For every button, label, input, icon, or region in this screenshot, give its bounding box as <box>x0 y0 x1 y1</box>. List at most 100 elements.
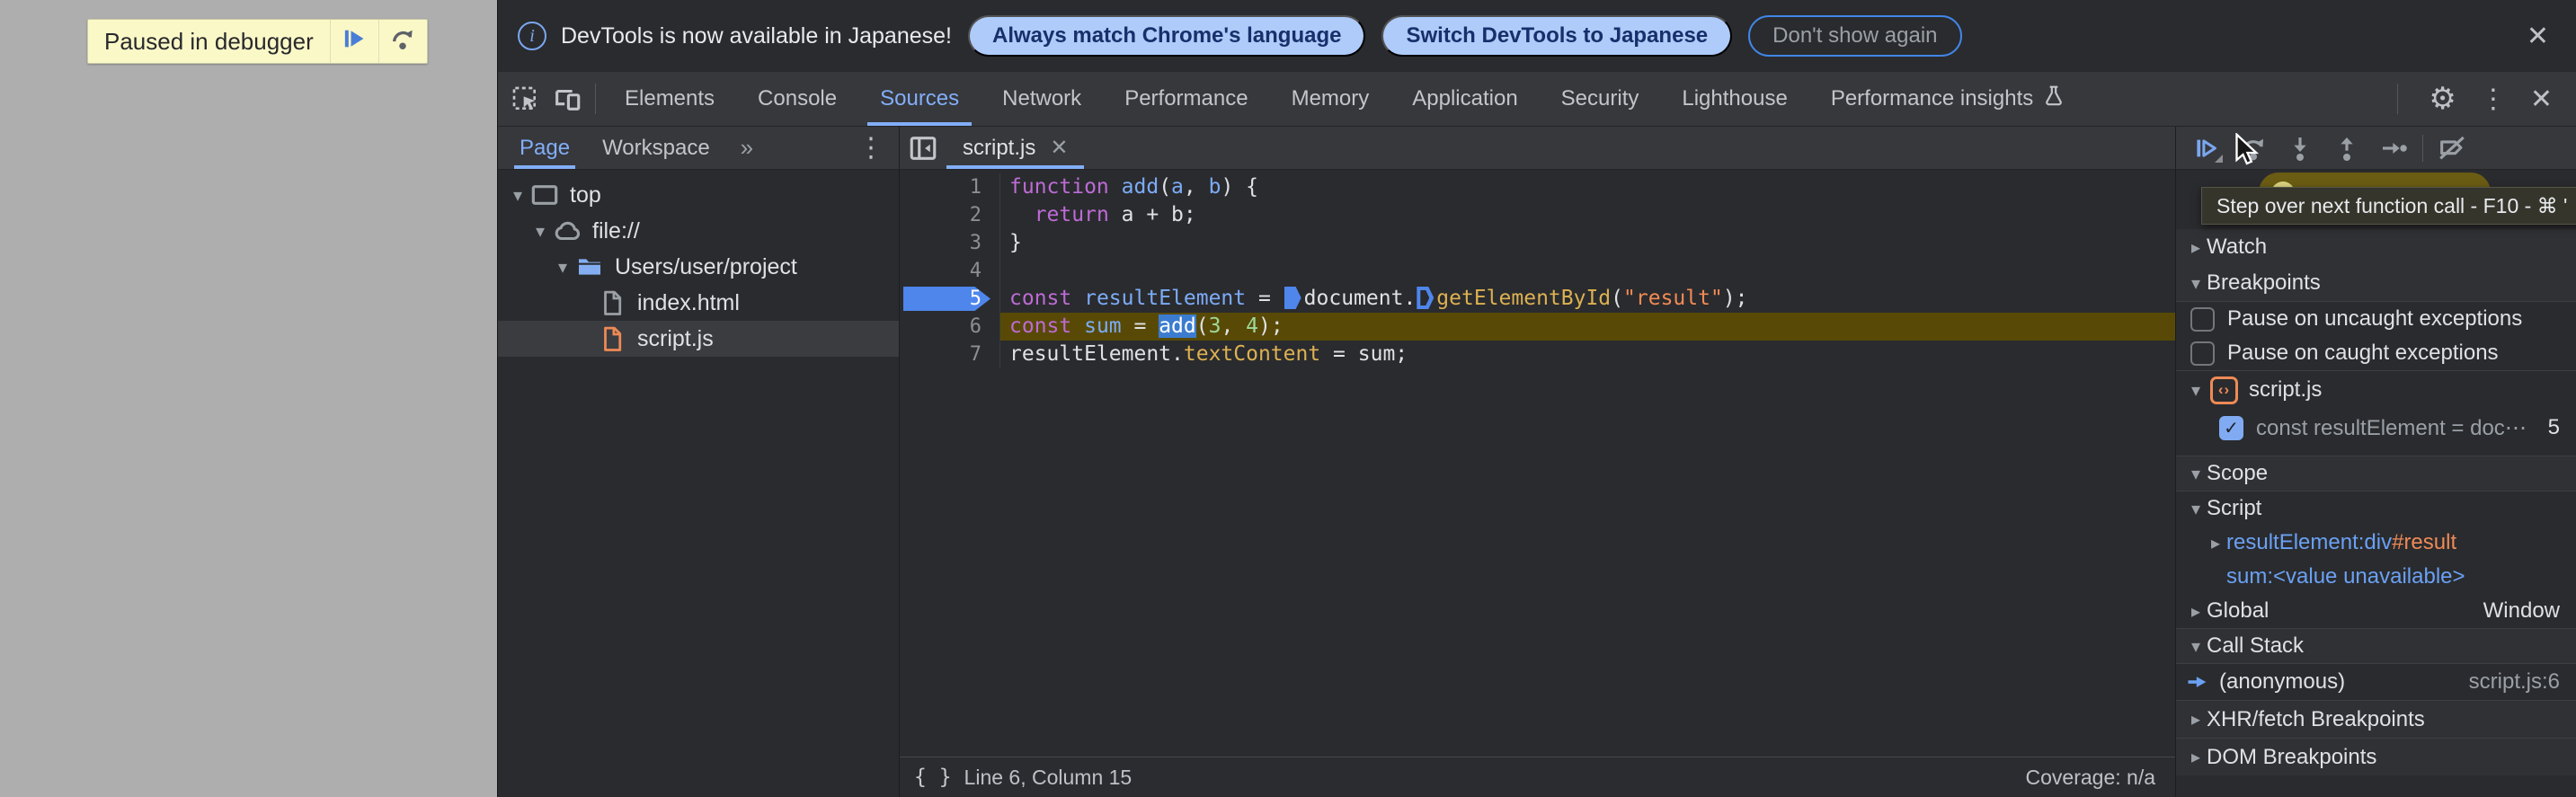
line-number-gutter[interactable]: 6 <box>900 313 1000 341</box>
resume-script-button[interactable] <box>2183 127 2230 170</box>
step-into-button[interactable] <box>2277 127 2323 170</box>
section-call-stack[interactable]: ▾ Call Stack <box>2176 628 2576 664</box>
pause-on-caught-row: Pause on caught exceptions <box>2176 336 2576 370</box>
tab-close-icon[interactable]: ✕ <box>1050 135 1068 161</box>
line-number-gutter[interactable]: 3 <box>900 229 1000 257</box>
section-scope[interactable]: ▾ Scope <box>2176 456 2576 491</box>
line-number-gutter[interactable]: 2 <box>900 201 1000 229</box>
pretty-print-icon[interactable]: { } <box>914 766 952 789</box>
tab-lighthouse[interactable]: Lighthouse <box>1660 72 1808 126</box>
code-token: ); <box>1722 287 1748 310</box>
deactivate-breakpoints-button[interactable] <box>2429 127 2475 170</box>
line-number-gutter[interactable]: 7 <box>900 341 1000 368</box>
debugger-sidebar: ▸ Watch ▾ Breakpoints Pause on uncaught … <box>2175 127 2576 797</box>
code-token: const <box>1009 314 1072 338</box>
inspect-element-icon[interactable] <box>511 84 539 113</box>
code-line[interactable]: 3} <box>900 229 2175 257</box>
tree-item-label: script.js <box>637 325 714 351</box>
scope-var-sum[interactable]: sum: <value unavailable> <box>2176 560 2576 594</box>
global-scope-value: Window <box>2483 598 2560 623</box>
switch-to-japanese-button[interactable]: Switch DevTools to Japanese <box>1381 15 1733 57</box>
code-token: = <box>1246 287 1284 310</box>
more-options-icon[interactable]: ⋮ <box>2480 84 2507 115</box>
tab-performance[interactable]: Performance <box>1103 72 1269 126</box>
editor-status-bar: { } Line 6, Column 15 Coverage: n/a <box>900 757 2175 797</box>
code-token: ( <box>1195 314 1209 338</box>
scope-var-resultelement[interactable]: ▸ resultElement: div #result <box>2176 526 2576 560</box>
code-line-text: function add(a, b) { <box>1000 173 2175 201</box>
tab-sources[interactable]: Sources <box>858 72 981 126</box>
tab-network[interactable]: Network <box>981 72 1103 126</box>
device-toolbar-icon[interactable] <box>552 84 582 114</box>
tree-item-label: file:// <box>592 217 640 244</box>
navigator-tab-page[interactable]: Page <box>513 127 576 169</box>
settings-gear-icon[interactable]: ⚙ <box>2429 81 2456 117</box>
scope-script-row[interactable]: ▾ Script <box>2176 491 2576 526</box>
cursor-position: Line 6, Column 15 <box>964 765 1133 789</box>
code-line[interactable]: 7 resultElement.textContent = sum; <box>900 341 2175 368</box>
breakpoint-group-script-js[interactable]: ▾ ‹› script.js <box>2176 371 2576 409</box>
breakpoint-entry-row[interactable]: ✓ const resultElement = doc⋯ 5 <box>2176 409 2576 447</box>
call-stack-frame[interactable]: (anonymous) script.js:6 <box>2176 664 2576 700</box>
section-watch[interactable]: ▸ Watch <box>2176 229 2576 265</box>
section-xhr-breakpoints[interactable]: ▸ XHR/fetch Breakpoints <box>2176 700 2576 738</box>
notification-text: DevTools is now available in Japanese! <box>561 22 952 49</box>
tree-item-script-js[interactable]: script.js <box>498 321 899 357</box>
hide-navigator-icon[interactable] <box>900 127 946 169</box>
code-line[interactable]: 4 <box>900 257 2175 285</box>
caret-icon[interactable]: ▾ <box>507 184 529 207</box>
inline-breakpoint-marker-icon[interactable] <box>1417 287 1435 309</box>
navigator-tab-workspace[interactable]: Workspace <box>600 127 712 169</box>
toolbar-separator <box>2422 134 2423 162</box>
pause-on-uncaught-checkbox[interactable] <box>2190 306 2215 332</box>
line-number-gutter[interactable]: 4 <box>900 257 1000 285</box>
sources-navigator-pane: Page Workspace » ⋮ ▾ top ▾ file:// ▾ Use… <box>498 127 900 797</box>
code-token: 4 <box>1246 314 1259 338</box>
resume-script-button[interactable] <box>329 20 378 63</box>
step-out-button[interactable] <box>2323 127 2370 170</box>
code-line[interactable]: 1 function add(a, b) { <box>900 173 2175 201</box>
tree-item-file-protocol[interactable]: ▾ file:// <box>498 213 899 249</box>
pause-on-caught-checkbox[interactable] <box>2190 341 2215 366</box>
breakpoint-enabled-checkbox[interactable]: ✓ <box>2219 415 2243 440</box>
tab-security[interactable]: Security <box>1540 72 1661 126</box>
tab-performance-insights[interactable]: Performance insights <box>1809 72 2087 126</box>
notification-close-icon[interactable]: ✕ <box>2527 21 2549 52</box>
caret-icon[interactable]: ▾ <box>529 220 551 243</box>
paused-banner-label: Paused in debugger <box>104 27 314 55</box>
tab-application[interactable]: Application <box>1390 72 1539 126</box>
line-number-gutter[interactable]: 1 <box>900 173 1000 201</box>
caret-icon[interactable]: ▾ <box>552 256 573 279</box>
step-over-banner-button[interactable] <box>378 20 427 63</box>
code-token: getElementById <box>1436 287 1612 310</box>
section-dom-breakpoints[interactable]: ▸ DOM Breakpoints <box>2176 738 2576 775</box>
scope-global-row[interactable]: ▸ Global Window <box>2176 594 2576 628</box>
breakpoint-marker[interactable]: 5 <box>900 285 1000 313</box>
tree-item-top[interactable]: ▾ top <box>498 177 899 213</box>
code-line[interactable]: 5 const resultElement = document. getEleme… <box>900 285 2175 313</box>
coverage-status: Coverage: n/a <box>2025 765 2155 789</box>
dont-show-again-button[interactable]: Don't show again <box>1748 15 1962 57</box>
caret-icon: ▾ <box>2190 464 2201 484</box>
navigator-menu-icon[interactable]: ⋮ <box>857 127 884 169</box>
tab-console[interactable]: Console <box>736 72 858 126</box>
debugger-sections: ▸ Watch ▾ Breakpoints Pause on uncaught … <box>2176 170 2576 797</box>
tree-item-index-html[interactable]: index.html <box>498 285 899 321</box>
code-line[interactable]: 2 return a + b; <box>900 201 2175 229</box>
editor-tab-script-js[interactable]: script.js ✕ <box>946 127 1085 169</box>
code-line[interactable]: 6 const sum = add(3, 4); <box>900 313 2175 341</box>
tab-elements[interactable]: Elements <box>603 72 736 126</box>
devtools-close-icon[interactable]: ✕ <box>2530 84 2553 115</box>
inline-breakpoint-marker-icon[interactable] <box>1284 287 1301 309</box>
info-icon: i <box>518 22 546 50</box>
more-tabs-icon[interactable]: » <box>741 127 753 169</box>
folder-icon <box>573 252 606 281</box>
step-button[interactable] <box>2370 127 2417 170</box>
file-js-icon <box>596 325 628 352</box>
web-page-viewport: Paused in debugger <box>0 0 497 797</box>
tab-memory[interactable]: Memory <box>1270 72 1391 126</box>
always-match-language-button[interactable]: Always match Chrome's language <box>967 15 1366 57</box>
section-breakpoints[interactable]: ▾ Breakpoints <box>2176 265 2576 301</box>
tree-item-project-folder[interactable]: ▾ Users/user/project <box>498 249 899 285</box>
